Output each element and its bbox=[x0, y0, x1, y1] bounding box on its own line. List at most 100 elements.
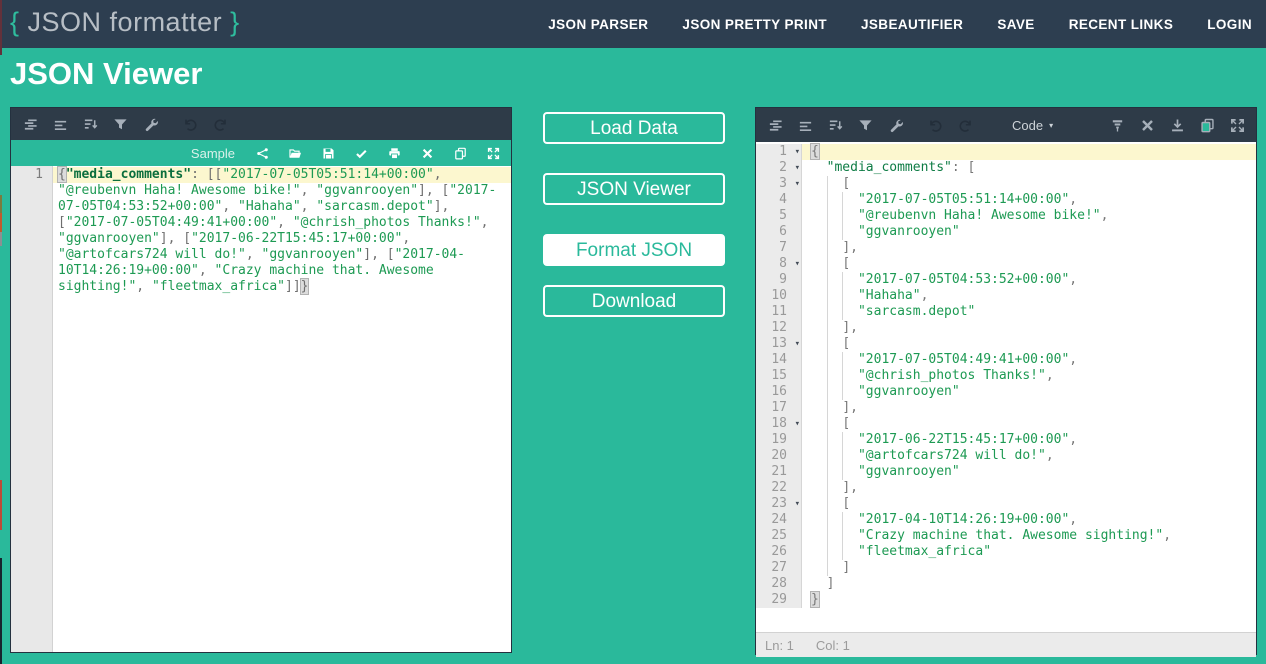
line-gutter: 12 bbox=[756, 320, 802, 336]
line-gutter: 13▾ bbox=[756, 336, 802, 352]
output-editor-panel: Code ▾ 1▾{2▾ "media_comments": [3▾ [4 "2… bbox=[755, 107, 1257, 655]
fold-arrow-icon[interactable]: ▾ bbox=[795, 497, 800, 511]
fold-arrow-icon[interactable]: ▾ bbox=[795, 161, 800, 175]
code-line[interactable]: 27 ] bbox=[756, 560, 1256, 576]
code-line[interactable]: 29} bbox=[756, 592, 1256, 608]
fold-arrow-icon[interactable]: ▾ bbox=[795, 337, 800, 351]
json-input-area[interactable]: {"media_comments": [["2017-07-05T05:51:1… bbox=[53, 166, 511, 652]
code-line[interactable]: 25 "Crazy machine that. Awesome sighting… bbox=[756, 528, 1256, 544]
line-gutter: 26 bbox=[756, 544, 802, 560]
code-line[interactable]: 19 "2017-06-22T15:45:17+00:00", bbox=[756, 432, 1256, 448]
line-number: 1 bbox=[35, 167, 43, 182]
code-line[interactable]: 15 "@chrish_photos Thanks!", bbox=[756, 368, 1256, 384]
code-line[interactable]: 18▾ [ bbox=[756, 416, 1256, 432]
edge-share-strip bbox=[0, 0, 2, 664]
code-line[interactable]: 3▾ [ bbox=[756, 176, 1256, 192]
save-icon[interactable] bbox=[320, 145, 336, 161]
code-line[interactable]: 14 "2017-07-05T04:49:41+00:00", bbox=[756, 352, 1256, 368]
line-number: 26 bbox=[756, 544, 801, 560]
line-number: 22 bbox=[756, 480, 801, 496]
line-gutter: 1▾ bbox=[756, 144, 802, 160]
nav-item-json-parser[interactable]: JSON PARSER bbox=[548, 17, 648, 32]
code-line[interactable]: 28 ] bbox=[756, 576, 1256, 592]
clear-icon[interactable] bbox=[1136, 114, 1158, 136]
nav-item-recent-links[interactable]: RECENT LINKS bbox=[1069, 17, 1174, 32]
code-line[interactable]: 8▾ [ bbox=[756, 256, 1256, 272]
code-line[interactable]: 4 "2017-07-05T05:51:14+00:00", bbox=[756, 192, 1256, 208]
code-line[interactable]: 6 "ggvanrooyen" bbox=[756, 224, 1256, 240]
line-number: 7 bbox=[756, 240, 801, 256]
line-gutter: 28 bbox=[756, 576, 802, 592]
fold-arrow-icon[interactable]: ▾ bbox=[795, 257, 800, 271]
format-json-button[interactable]: Format JSON bbox=[543, 234, 725, 266]
fullscreen-icon[interactable] bbox=[485, 145, 501, 161]
format-icon[interactable] bbox=[764, 114, 786, 136]
line-number: 24 bbox=[756, 512, 801, 528]
sort-icon[interactable] bbox=[79, 113, 101, 135]
filter-icon[interactable] bbox=[109, 113, 131, 135]
code-line[interactable]: 9 "2017-07-05T04:53:52+00:00", bbox=[756, 272, 1256, 288]
compact-icon[interactable] bbox=[794, 114, 816, 136]
clear-icon[interactable] bbox=[419, 145, 435, 161]
line-number: 28 bbox=[756, 576, 801, 592]
fullscreen-icon[interactable] bbox=[1226, 114, 1248, 136]
code-line[interactable]: 23▾ [ bbox=[756, 496, 1256, 512]
load-data-button[interactable]: Load Data bbox=[543, 112, 725, 144]
code-line[interactable]: 24 "2017-04-10T14:26:19+00:00", bbox=[756, 512, 1256, 528]
print-icon[interactable] bbox=[386, 145, 402, 161]
json-output-area[interactable]: 1▾{2▾ "media_comments": [3▾ [4 "2017-07-… bbox=[756, 142, 1256, 632]
download-icon[interactable] bbox=[1166, 114, 1188, 136]
code-line[interactable]: 2▾ "media_comments": [ bbox=[756, 160, 1256, 176]
line-gutter: 3▾ bbox=[756, 176, 802, 192]
collapse-filter-icon[interactable] bbox=[1106, 114, 1128, 136]
line-number: 4 bbox=[756, 192, 801, 208]
code-line[interactable]: 1▾{ bbox=[756, 144, 1256, 160]
code-line[interactable]: 26 "fleetmax_africa" bbox=[756, 544, 1256, 560]
json-viewer-button[interactable]: JSON Viewer bbox=[543, 173, 725, 205]
code-line[interactable]: 16 "ggvanrooyen" bbox=[756, 384, 1256, 400]
mode-dropdown[interactable]: Code ▾ bbox=[1012, 118, 1053, 133]
line-gutter: 23▾ bbox=[756, 496, 802, 512]
format-icon[interactable] bbox=[19, 113, 41, 135]
line-gutter: 6 bbox=[756, 224, 802, 240]
line-gutter: 8▾ bbox=[756, 256, 802, 272]
filter-icon[interactable] bbox=[854, 114, 876, 136]
code-line[interactable]: 5 "@reubenvn Haha! Awesome bike!", bbox=[756, 208, 1256, 224]
code-line[interactable]: 17 ], bbox=[756, 400, 1256, 416]
compact-icon[interactable] bbox=[49, 113, 71, 135]
line-gutter: 16 bbox=[756, 384, 802, 400]
code-line[interactable]: 7 ], bbox=[756, 240, 1256, 256]
nav-item-jsbeautifier[interactable]: JSBEAUTIFIER bbox=[861, 17, 963, 32]
line-number: 17 bbox=[756, 400, 801, 416]
copy-icon[interactable] bbox=[1196, 114, 1218, 136]
code-line[interactable]: 12 ], bbox=[756, 320, 1256, 336]
cursor-col-indicator: Col: 1 bbox=[816, 638, 850, 653]
fold-arrow-icon[interactable]: ▾ bbox=[795, 177, 800, 191]
line-number: 6 bbox=[756, 224, 801, 240]
code-line[interactable]: 13▾ [ bbox=[756, 336, 1256, 352]
sort-icon[interactable] bbox=[824, 114, 846, 136]
undo-icon bbox=[179, 113, 201, 135]
copy-icon[interactable] bbox=[452, 145, 468, 161]
repair-icon[interactable] bbox=[139, 113, 161, 135]
input-editor-subtoolbar: Sample bbox=[11, 140, 511, 166]
open-icon[interactable] bbox=[287, 145, 303, 161]
nav-item-json-pretty-print[interactable]: JSON PRETTY PRINT bbox=[682, 17, 827, 32]
sample-link[interactable]: Sample bbox=[191, 146, 235, 161]
code-line[interactable]: 21 "ggvanrooyen" bbox=[756, 464, 1256, 480]
share-icon[interactable] bbox=[254, 145, 270, 161]
code-line[interactable]: 22 ], bbox=[756, 480, 1256, 496]
repair-icon[interactable] bbox=[884, 114, 906, 136]
code-line[interactable]: 20 "@artofcars724 will do!", bbox=[756, 448, 1256, 464]
code-line[interactable]: 10 "Hahaha", bbox=[756, 288, 1256, 304]
logo[interactable]: { JSON formatter } bbox=[10, 7, 240, 38]
validate-icon[interactable] bbox=[353, 145, 369, 161]
code-line[interactable]: 11 "sarcasm.depot" bbox=[756, 304, 1256, 320]
fold-arrow-icon[interactable]: ▾ bbox=[795, 145, 800, 159]
nav-item-login[interactable]: LOGIN bbox=[1207, 17, 1252, 32]
fold-arrow-icon[interactable]: ▾ bbox=[795, 417, 800, 431]
download-button[interactable]: Download bbox=[543, 285, 725, 317]
line-gutter: 18▾ bbox=[756, 416, 802, 432]
nav-item-save[interactable]: SAVE bbox=[997, 17, 1034, 32]
undo-icon bbox=[924, 114, 946, 136]
